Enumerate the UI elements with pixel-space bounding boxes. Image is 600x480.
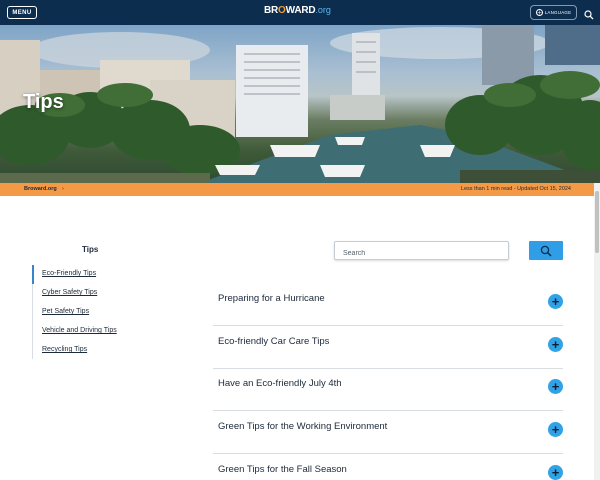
scrollbar-thumb[interactable]: [595, 191, 599, 253]
read-time-updated: Less than 1 min read - Updated Oct 15, 2…: [460, 186, 571, 192]
broward-logo[interactable]: BROWARD .org: [264, 5, 331, 19]
accordion-item[interactable]: Preparing for a Hurricane +: [213, 283, 563, 326]
breadcrumb-home-link[interactable]: Broward.org: [24, 186, 57, 192]
expand-plus-icon[interactable]: +: [548, 465, 563, 480]
language-label: LANGUAGE: [544, 10, 572, 15]
page-scrollbar[interactable]: [594, 183, 600, 480]
accordion-item[interactable]: Green Tips for the Working Environment +: [213, 411, 563, 454]
sidebar-item-recycling-tips[interactable]: Recycling Tips: [42, 346, 87, 353]
expand-plus-icon[interactable]: +: [548, 379, 563, 394]
logo-text-post: WARD: [285, 5, 316, 16]
sidebar-item-eco-friendly-tips[interactable]: Eco-Friendly Tips: [42, 270, 96, 277]
accordion-item-title[interactable]: Green Tips for the Working Environment: [218, 421, 387, 432]
hero-cityscape-image: [0, 25, 600, 183]
accordion-item-title[interactable]: Have an Eco-friendly July 4th: [218, 378, 342, 389]
search-icon[interactable]: [584, 7, 594, 20]
sidebar-item-pet-safety-tips[interactable]: Pet Safety Tips: [42, 308, 89, 315]
sidebar-nav: Eco-Friendly Tips Cyber Safety Tips Pet …: [32, 265, 182, 359]
menu-button[interactable]: MENU: [7, 6, 37, 19]
accordion-item-title[interactable]: Preparing for a Hurricane: [218, 293, 325, 304]
search-field[interactable]: [334, 241, 509, 262]
expand-plus-icon[interactable]: +: [548, 422, 563, 437]
sidebar-active-indicator: [32, 265, 34, 284]
globe-icon: [535, 9, 543, 16]
search-icon: [540, 245, 552, 257]
sidebar-item-cyber-safety-tips[interactable]: Cyber Safety Tips: [42, 289, 97, 296]
logo-text-pre: BR: [264, 5, 279, 16]
search-input[interactable]: [335, 245, 508, 262]
sidebar-title: Tips: [82, 245, 99, 254]
language-button[interactable]: LANGUAGE: [530, 5, 577, 20]
logo-domain: .org: [315, 5, 331, 15]
expand-plus-icon[interactable]: +: [548, 337, 563, 352]
hero-banner: Tips: [0, 25, 600, 183]
breadcrumb-bar: Broward.org › Less than 1 min read - Upd…: [0, 183, 600, 196]
accordion-item[interactable]: Eco-friendly Car Care Tips +: [213, 326, 563, 369]
logo-wordmark: BROWARD: [264, 5, 316, 16]
logo-text-o: O: [278, 5, 286, 16]
top-bar: MENU BROWARD .org LANGUAGE: [0, 0, 600, 25]
expand-plus-icon[interactable]: +: [548, 294, 563, 309]
accordion-item[interactable]: Have an Eco-friendly July 4th +: [213, 368, 563, 411]
search-button[interactable]: [529, 241, 563, 260]
accordion-item-title[interactable]: Green Tips for the Fall Season: [218, 464, 347, 475]
page-title: Tips: [23, 91, 64, 113]
accordion-item-title[interactable]: Eco-friendly Car Care Tips: [218, 336, 329, 347]
accordion-item[interactable]: Green Tips for the Fall Season +: [213, 454, 563, 480]
sidebar-item-vehicle-driving-tips[interactable]: Vehicle and Driving Tips: [42, 327, 117, 334]
breadcrumb-separator: ›: [62, 186, 64, 192]
